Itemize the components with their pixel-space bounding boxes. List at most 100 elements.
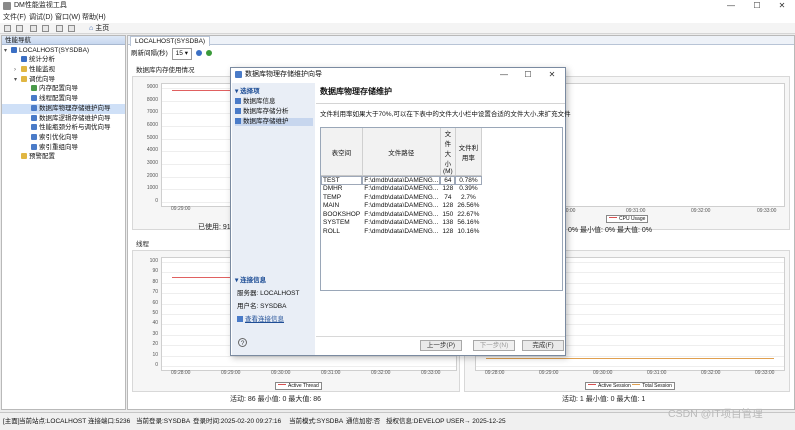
col-utilization[interactable]: 文件利用率 [455, 128, 483, 176]
y-tick-label: 70 [152, 289, 158, 295]
nav-panel-tab[interactable]: 性能导航 [2, 36, 125, 45]
analysis-icon [235, 108, 241, 114]
connection-header[interactable]: ▾ 连接信息 [235, 277, 266, 285]
alert-icon [21, 153, 27, 159]
cell-file-size[interactable]: 74 [440, 193, 455, 202]
cell-file-size[interactable]: 128 [440, 202, 455, 211]
y-tick-label: 9000 [146, 84, 158, 90]
refresh-interval-select[interactable]: 15 ▾ [171, 48, 192, 60]
status-license: 授权信息:DEVELOP USER [386, 418, 465, 425]
help-icon[interactable]: ? [238, 338, 247, 347]
finish-button[interactable]: 完成(F) [522, 340, 564, 351]
tree-item[interactable]: 线程配置向导 [2, 94, 125, 104]
status-site: 当前站点:LOCALHOST [19, 418, 87, 425]
thread-icon [31, 95, 37, 101]
refresh-icon[interactable] [195, 50, 202, 56]
menu-bar: 文件(F) 调试(D) 窗口(W) 帮助(H) [0, 12, 795, 23]
cut-icon[interactable] [56, 25, 63, 32]
y-tick-label: 2000 [146, 173, 158, 179]
cell-file-size[interactable]: 138 [440, 219, 455, 228]
start-icon[interactable] [205, 50, 212, 56]
dialog-close-button[interactable]: ✕ [541, 68, 563, 82]
cpu-legend: CPU Usage [606, 215, 649, 223]
cell-file-path: F:\dmdb\data\DAMENG... [364, 210, 439, 218]
dialog-footer: 上一步(P) 下一步(N) 完成(F) [316, 336, 565, 355]
status-expire: → 2025-12-25 [464, 418, 506, 425]
tree-item-label: 统计分析 [29, 56, 55, 63]
table-row[interactable]: BOOKSHOP F:\dmdb\data\DAMENG... 150 22.67% [321, 210, 482, 219]
redo-icon[interactable] [42, 25, 49, 32]
cell-file-size[interactable]: 150 [440, 210, 455, 219]
user-info: 用户名: SYSDBA [237, 303, 287, 310]
tree-item[interactable]: 内存配置向导 [2, 84, 125, 94]
tree-item-label: LOCALHOST(SYSDBA) [19, 47, 90, 54]
cell-utilization: 22.67% [457, 210, 480, 218]
menu-debug[interactable]: 调试(D) [29, 13, 53, 22]
side-item-storage-analysis[interactable]: 数据库存储分析 [235, 108, 313, 116]
undo-icon[interactable] [30, 25, 37, 32]
y-tick-label: 10 [152, 352, 158, 358]
close-button[interactable]: ✕ [770, 0, 794, 12]
x-tick-label: 09:33:00 [755, 370, 775, 376]
side-item-storage-maintain[interactable]: 数据库存储维护 [235, 118, 313, 126]
cell-utilization: 56.16% [457, 219, 480, 227]
tree-item[interactable]: 统计分析 [2, 55, 125, 65]
tree-item[interactable]: 数据库物理存储维护向导 [2, 104, 125, 114]
index-icon [31, 144, 37, 150]
tree-item-label: 线程配置向导 [39, 95, 78, 102]
side-item-db-info[interactable]: 数据库信息 [235, 98, 313, 106]
menu-file[interactable]: 文件(F) [3, 13, 26, 22]
col-file-size[interactable]: 文件大小(M) [440, 128, 456, 176]
cpu-xtick: 09:33:00 [757, 208, 777, 214]
tree-item[interactable]: 性能瓶颈分析与调优向导 [2, 123, 125, 133]
status-login-time: 登录时间:2025-02-20 09:27:16 [193, 418, 282, 425]
table-row[interactable]: DMHR F:\dmdb\data\DAMENG... 128 0.39% [321, 185, 482, 194]
menu-window[interactable]: 窗口(W) [55, 13, 80, 22]
menu-help[interactable]: 帮助(H) [82, 13, 106, 22]
minimize-button[interactable]: — [719, 0, 743, 12]
tree-item[interactable]: 预警配置 [2, 152, 125, 162]
cpu-stats: 0% 最小值: 0% 最大值: 0% [568, 227, 653, 234]
server-info: 服务器: LOCALHOST [237, 290, 300, 297]
wizard-icon [235, 71, 242, 78]
main-tab-strip: LOCALHOST(SYSDBA) [128, 36, 794, 46]
view-connection-link[interactable]: 查看连接信息 [237, 316, 284, 324]
maximize-button[interactable]: ☐ [745, 0, 769, 12]
tree-item[interactable]: › 性能监视 [2, 65, 125, 75]
tab-localhost[interactable]: LOCALHOST(SYSDBA) [130, 36, 211, 46]
analysis-icon [31, 124, 37, 130]
home-button[interactable]: ⌂ 主页 [89, 24, 109, 33]
col-file-path[interactable]: 文件路径 [362, 128, 441, 176]
table-row[interactable]: TEST F:\dmdb\data\DAMENG... 64 0.78% [321, 175, 482, 185]
refresh-label: 刷新间隔(秒) [131, 50, 168, 57]
memory-section-title: 数据库内存使用情况 [136, 67, 195, 74]
dialog-minimize-button[interactable]: — [493, 68, 515, 82]
save-all-icon[interactable] [16, 25, 23, 32]
y-tick-label: 8000 [146, 97, 158, 103]
copy-icon[interactable] [68, 25, 75, 32]
save-icon[interactable] [4, 25, 11, 32]
tree-item[interactable]: 索引优化向导 [2, 133, 125, 143]
session-stats: 活动: 1 最小值: 0 最大值: 1 [562, 396, 646, 403]
thread-stats: 活动: 86 最小值: 0 最大值: 86 [230, 396, 322, 403]
cell-file-size[interactable]: 128 [440, 227, 455, 236]
table-row[interactable]: MAIN F:\dmdb\data\DAMENG... 128 26.56% [321, 202, 482, 211]
x-tick-label: 09:29:00 [221, 370, 241, 376]
storage-table: 表空间 文件路径 文件大小(M) 文件利用率 TEST F:\dmdb\data\… [320, 127, 563, 291]
cell-file-size[interactable]: 128 [440, 185, 455, 194]
gridline [476, 356, 784, 357]
dialog-maximize-button[interactable]: ☐ [517, 68, 539, 82]
table-row[interactable]: SYSTEM F:\dmdb\data\DAMENG... 138 56.16% [321, 219, 482, 228]
options-header[interactable]: ▾ 选择项 [235, 88, 260, 96]
home-label: 主页 [95, 25, 110, 32]
y-tick-label: 60 [152, 300, 158, 306]
table-row[interactable]: TEMP F:\dmdb\data\DAMENG... 74 2.7% [321, 193, 482, 202]
next-button[interactable]: 下一步(N) [473, 340, 515, 351]
status-mode: 当前模式:SYSDBA [289, 418, 344, 425]
cell-file-size[interactable]: 64 [440, 175, 456, 185]
prev-button[interactable]: 上一步(P) [420, 340, 462, 351]
cell-tablespace: BOOKSHOP [323, 210, 361, 218]
col-tablespace[interactable]: 表空间 [321, 128, 363, 176]
table-row[interactable]: ROLL F:\dmdb\data\DAMENG... 128 10.16% [321, 227, 482, 236]
cell-tablespace: DMHR [323, 185, 343, 193]
